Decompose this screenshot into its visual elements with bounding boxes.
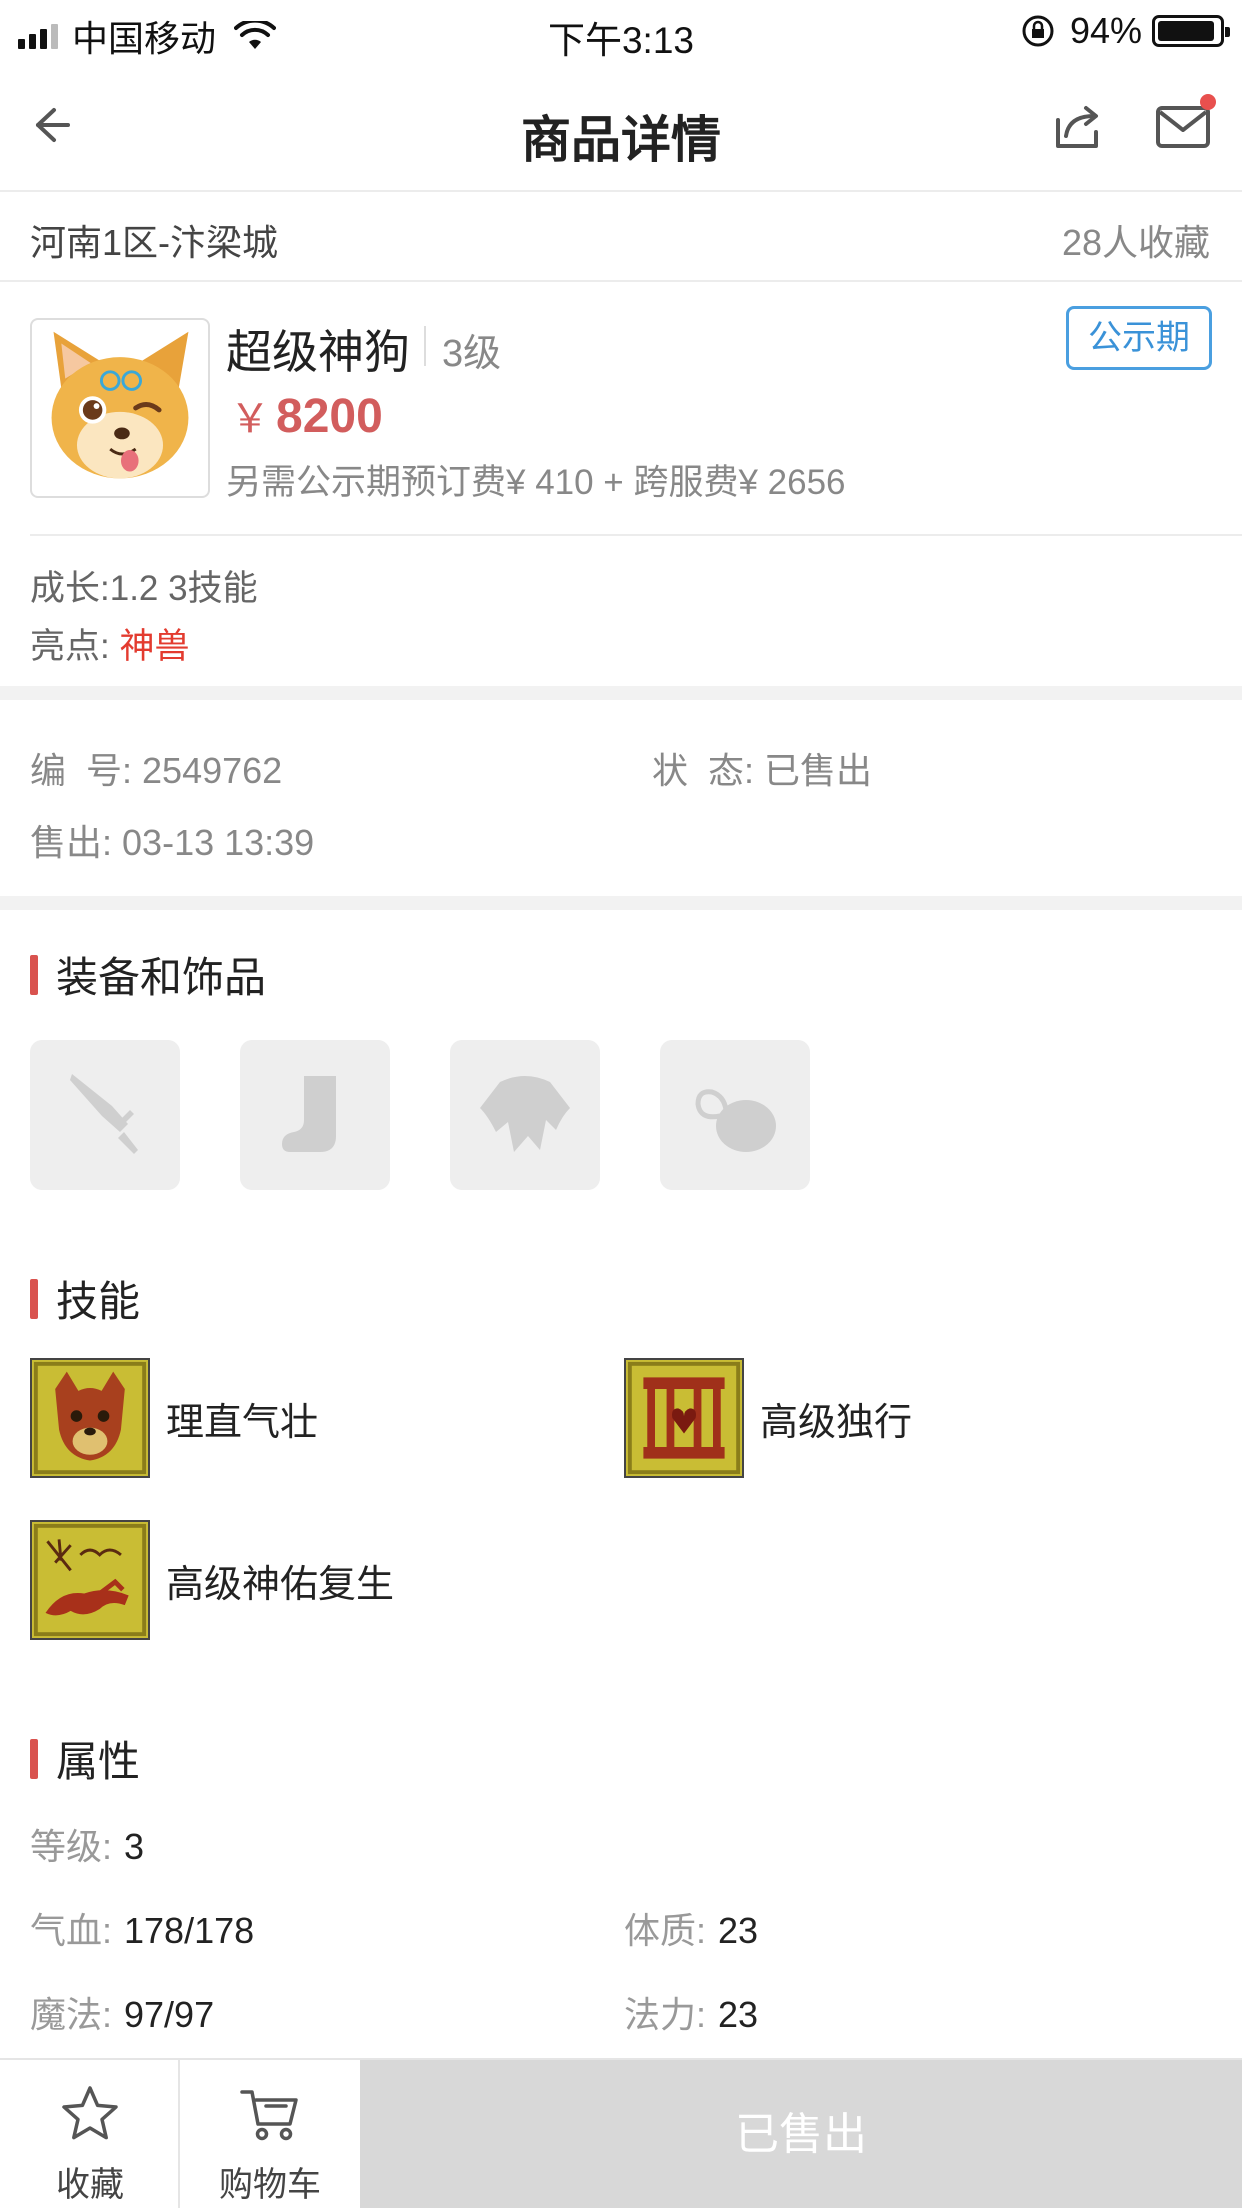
bottom-action-bar: 收藏 购物车 已售出 [0,2058,1242,2208]
skill-name: 高级独行 [760,1401,913,1444]
section-title-text: 属性 [56,1738,141,1785]
trade-info: 编 号: 2549762 状 态: 已售出 售出: 03-13 13:39 [0,700,1242,896]
skills-section-title: 技能 [30,1268,140,1329]
price-value: 8200 [276,390,383,443]
sold-out-button[interactable]: 已售出 [360,2060,1242,2208]
boots-slot-icon[interactable] [240,1040,390,1190]
attr-mp: 魔法: 97/97 [30,1986,214,2038]
attr-value: 178/178 [124,1910,255,1951]
price: ￥ 8200 [230,386,383,444]
status-bar: 中国移动 下午3:13 94% [0,0,1242,62]
favorite-button[interactable]: 收藏 [0,2060,180,2208]
product-card: 超级神狗 3级 公示期 ￥ 8200 另需公示期预订费¥ 410 + 跨服费¥ 2… [0,282,1242,536]
server-name: 河南1区-汴梁城 [30,222,279,263]
cart-icon [240,2090,298,2141]
cart-label: 购物车 [219,2166,321,2204]
attr-label: 魔法: [30,1994,113,2035]
skill-revive-icon [30,1520,150,1640]
sold-value: 03-13 13:39 [122,822,315,863]
status-value: 已售出 [764,750,873,791]
favorite-count: 28人收藏 [1061,222,1210,263]
attr-value: 23 [718,1910,759,1951]
skill-name: 理直气壮 [166,1401,319,1444]
cart-button[interactable]: 购物车 [180,2060,360,2208]
attr-magic: 法力: 23 [624,1986,758,2038]
divider [424,326,426,366]
attr-value: 97/97 [124,1994,215,2035]
armor-slot-icon[interactable] [450,1040,600,1190]
sold-time: 售出: 03-13 13:39 [30,814,314,866]
pet-level: 3级 [442,333,502,375]
attr-value: 3 [124,1826,145,1867]
notification-dot [1200,94,1216,110]
section-marker [30,1738,38,1779]
attributes-section-title: 属性 [30,1728,140,1789]
section-gap [0,686,1242,700]
skill-item[interactable]: 高级独行 [624,1358,912,1478]
nav-bar: 商品详情 [0,62,1242,192]
attr-label: 法力: [624,1994,707,2035]
status-label: 状 态: [652,750,755,791]
sold-label: 售出: [30,822,113,863]
skill-item[interactable]: 理直气壮 [30,1358,318,1478]
battery-icon [1152,15,1230,47]
pet-name: 超级神狗 [226,326,410,378]
item-status: 状 态: 已售出 [652,742,872,794]
attr-label: 体质: [624,1910,707,1951]
pet-avatar[interactable] [30,318,210,498]
skill-cage-icon [624,1358,744,1478]
attr-value: 23 [718,1994,759,2035]
attr-label: 气血: [30,1910,113,1951]
attr-hp: 气血: 178/178 [30,1902,254,1954]
section-title-text: 技能 [56,1278,141,1325]
highlight-value: 神兽 [119,627,190,666]
traits: 成长:1.2 3技能 亮点: 神兽 [0,536,1242,686]
highlight-label: 亮点: [30,627,110,666]
rotation-lock-icon [1022,15,1054,47]
attr-constitution: 体质: 23 [624,1902,758,1954]
section-title-text: 装备和饰品 [56,954,267,1001]
attr-label: 等级: [30,1826,113,1867]
accessory-slot-icon[interactable] [660,1040,810,1190]
share-icon[interactable] [1050,98,1106,154]
equipment-section-title: 装备和饰品 [30,944,266,1005]
server-row: 河南1区-汴梁城 28人收藏 [0,192,1242,282]
attr-level: 等级: 3 [30,1818,144,1870]
item-id: 编 号: 2549762 [30,742,282,794]
highlight: 亮点: 神兽 [30,618,189,669]
item-id-label: 编 号: [30,750,133,791]
extra-fee: 另需公示期预订费¥ 410 + 跨服费¥ 2656 [226,463,846,502]
item-id-value: 2549762 [142,750,283,791]
battery-percent: 94% [1069,10,1142,51]
favorite-label: 收藏 [56,2166,124,2204]
growth-text: 成长:1.2 3技能 [30,569,258,608]
section-marker [30,954,38,995]
weapon-slot-icon[interactable] [30,1040,180,1190]
section-gap [0,896,1242,910]
notice-period-badge: 公示期 [1066,306,1212,370]
skill-dog-icon [30,1358,150,1478]
currency-symbol: ￥ [230,397,270,441]
star-icon [62,2086,118,2140]
skill-name: 高级神佑复生 [166,1563,395,1606]
section-marker [30,1278,38,1319]
skill-item[interactable]: 高级神佑复生 [30,1520,394,1640]
